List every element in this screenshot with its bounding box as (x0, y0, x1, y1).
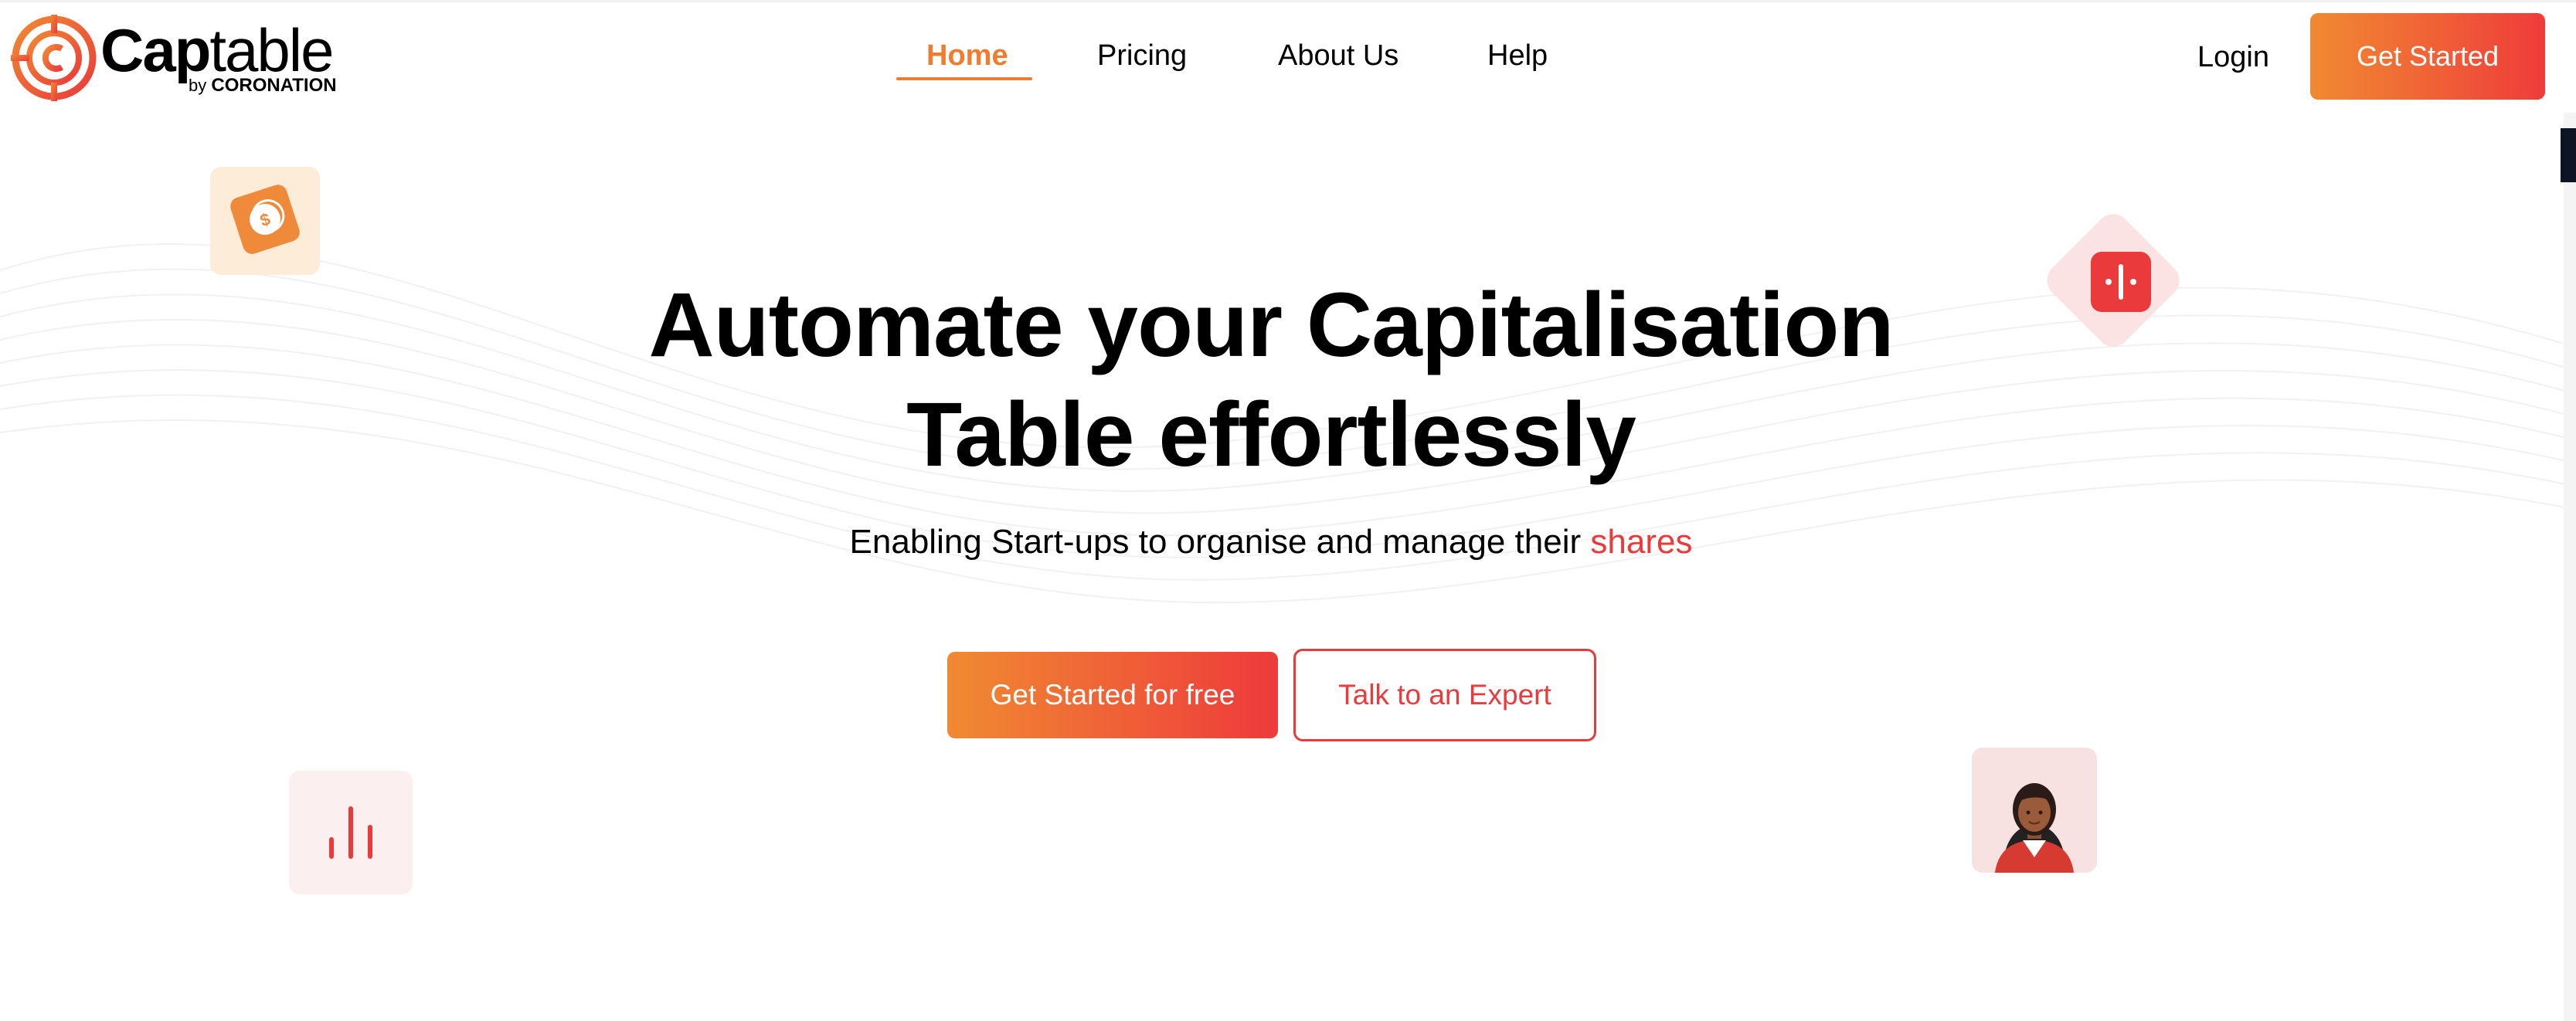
scrollbar-thumb[interactable] (2561, 128, 2576, 182)
hero-title-line2: Table effortlessly (906, 384, 1636, 486)
get-started-free-button[interactable]: Get Started for free (947, 652, 1278, 738)
hero-title-line1: Automate your Capitalisation (648, 274, 1894, 376)
talk-to-expert-button[interactable]: Talk to an Expert (1293, 649, 1596, 741)
logo-wordmark: Captable (100, 16, 335, 84)
nav-pricing[interactable]: Pricing (1097, 36, 1187, 75)
logo-sub-org: CORONATION (211, 75, 337, 96)
nav-active-underline (896, 77, 1032, 80)
captable-logo[interactable]: Captable by CORONATION (11, 13, 337, 104)
nav-home[interactable]: Home (926, 36, 1008, 75)
hero-subtitle-accent: shares (1590, 523, 1693, 561)
nav-help[interactable]: Help (1487, 36, 1548, 75)
logo-subtitle: by CORONATION (189, 75, 337, 97)
get-started-button[interactable]: Get Started (2310, 13, 2545, 100)
login-link[interactable]: Login (2197, 38, 2269, 76)
top-navbar: Captable by CORONATION Home Pricing Abou… (0, 0, 2576, 110)
coin-card: $ (210, 167, 320, 275)
nav-about-us[interactable]: About Us (1278, 36, 1398, 75)
bar-chart-icon (329, 806, 372, 859)
logo-wordmark-light: table (209, 16, 334, 84)
scrollbar-track[interactable] (2564, 113, 2576, 1021)
captable-logo-icon (11, 15, 97, 101)
logo-sub-prefix: by (189, 76, 207, 95)
landing-page: Captable by CORONATION Home Pricing Abou… (0, 0, 2576, 1021)
hero-subtitle: Enabling Start-ups to organise and manag… (0, 519, 2542, 565)
logo-wordmark-strong: Cap (100, 16, 211, 84)
dollar-coin-icon: $ (230, 185, 300, 254)
woman-avatar-icon (1995, 783, 2074, 873)
bar-chart-card (289, 771, 413, 894)
hero-subtitle-text: Enabling Start-ups to organise and manag… (849, 523, 1582, 561)
hero-title: Automate your Capitalisation Table effor… (0, 270, 2542, 490)
avatar (1972, 748, 2097, 873)
